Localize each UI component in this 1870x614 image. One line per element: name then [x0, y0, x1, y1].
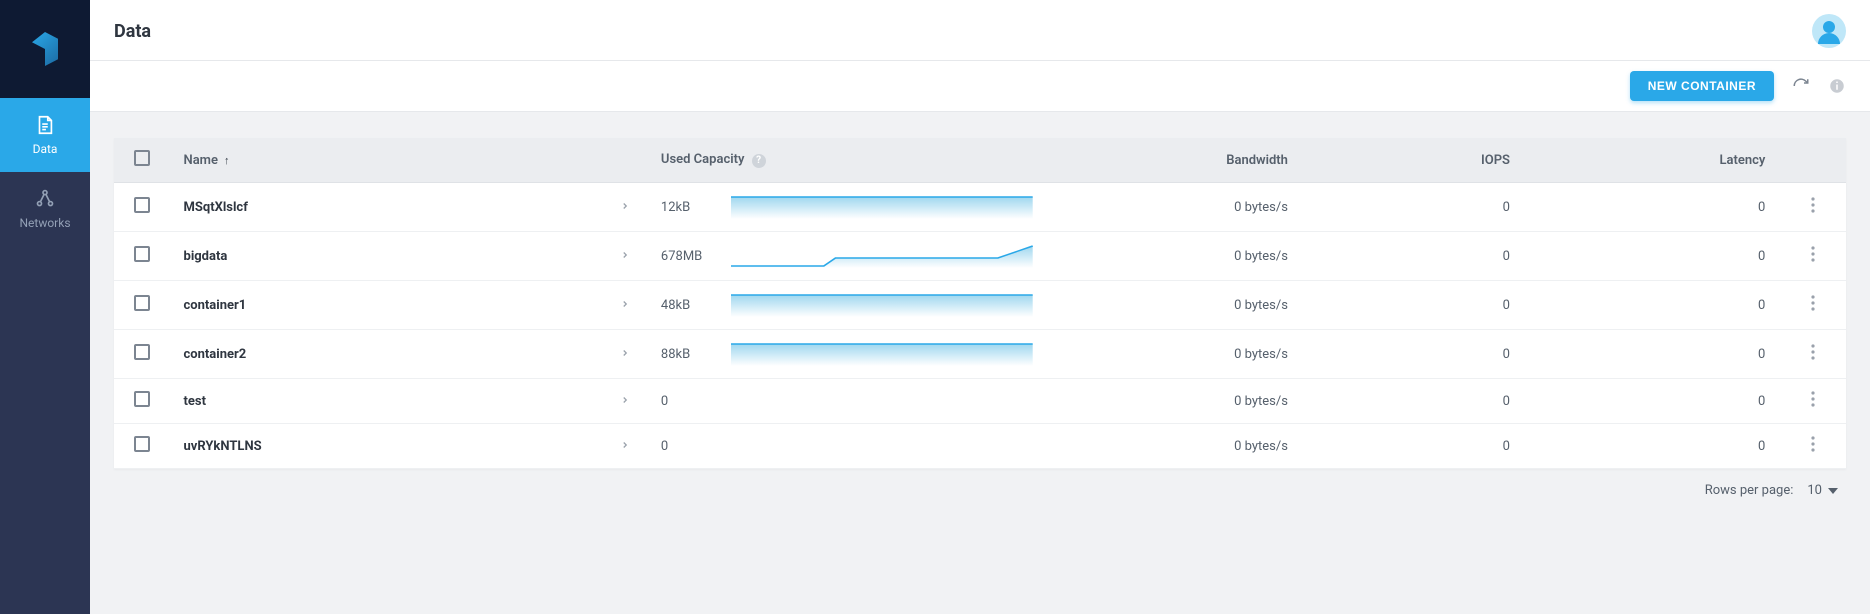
row-used-capacity: 0 [647, 424, 1047, 469]
row-latency: 0 [1524, 281, 1779, 330]
row-name[interactable]: container1 [170, 281, 603, 330]
row-name[interactable]: MSqtXlslcf [170, 183, 603, 232]
row-used-capacity: 0 [647, 379, 1047, 424]
row-bandwidth: 0 bytes/s [1047, 379, 1302, 424]
pagination: Rows per page: 10 [114, 469, 1846, 498]
row-checkbox[interactable] [134, 344, 150, 360]
user-avatar[interactable] [1812, 14, 1846, 48]
row-actions-icon[interactable] [1811, 300, 1815, 315]
chevron-right-icon[interactable] [620, 394, 630, 409]
row-actions-icon[interactable] [1811, 396, 1815, 411]
table-row: uvRYkNTLNS 0 0 bytes/s 0 0 [114, 424, 1846, 469]
row-checkbox[interactable] [134, 197, 150, 213]
row-actions-icon[interactable] [1811, 202, 1815, 217]
containers-table: Name ↑ Used Capacity ? Bandwidth IOPS La… [114, 138, 1846, 469]
col-header-name-label: Name [184, 153, 218, 168]
row-latency: 0 [1524, 232, 1779, 281]
row-name[interactable]: container2 [170, 330, 603, 379]
col-header-latency[interactable]: Latency [1524, 138, 1779, 183]
row-latency: 0 [1524, 379, 1779, 424]
rows-per-page-label: Rows per page: [1705, 483, 1794, 498]
col-header-iops[interactable]: IOPS [1302, 138, 1524, 183]
row-used-capacity: 88kB [647, 330, 1047, 379]
network-icon [34, 188, 56, 210]
row-checkbox[interactable] [134, 436, 150, 452]
row-bandwidth: 0 bytes/s [1047, 281, 1302, 330]
select-all-checkbox[interactable] [134, 150, 150, 166]
row-bandwidth: 0 bytes/s [1047, 330, 1302, 379]
row-used-capacity: 12kB [647, 183, 1047, 232]
row-iops: 0 [1302, 183, 1524, 232]
chevron-right-icon[interactable] [620, 200, 630, 215]
info-icon [1828, 77, 1846, 95]
row-used-capacity: 48kB [647, 281, 1047, 330]
new-container-button[interactable]: NEW CONTAINER [1630, 71, 1774, 101]
data-file-icon [34, 114, 56, 136]
col-header-name[interactable]: Name ↑ [170, 138, 603, 183]
help-icon[interactable]: ? [752, 154, 766, 168]
sidebar-item-data[interactable]: Data [0, 98, 90, 172]
sidebar: Data Networks [0, 0, 90, 614]
row-actions-icon[interactable] [1811, 349, 1815, 364]
chevron-right-icon[interactable] [620, 439, 630, 454]
row-latency: 0 [1524, 183, 1779, 232]
sidebar-item-label: Data [33, 142, 58, 156]
row-name[interactable]: bigdata [170, 232, 603, 281]
col-header-bandwidth[interactable]: Bandwidth [1047, 138, 1302, 183]
page-header: Data [90, 0, 1870, 61]
content-area: Name ↑ Used Capacity ? Bandwidth IOPS La… [90, 112, 1870, 614]
refresh-icon[interactable] [1792, 77, 1810, 95]
row-latency: 0 [1524, 330, 1779, 379]
table-row: container1 48kB 0 bytes/s 0 0 [114, 281, 1846, 330]
row-iops: 0 [1302, 330, 1524, 379]
row-bandwidth: 0 bytes/s [1047, 424, 1302, 469]
row-bandwidth: 0 bytes/s [1047, 183, 1302, 232]
col-header-used-capacity[interactable]: Used Capacity ? [647, 138, 1047, 183]
rows-per-page-value: 10 [1807, 483, 1822, 498]
rows-per-page-select[interactable]: 10 [1807, 483, 1838, 498]
row-bandwidth: 0 bytes/s [1047, 232, 1302, 281]
chevron-right-icon[interactable] [620, 298, 630, 313]
row-iops: 0 [1302, 281, 1524, 330]
row-iops: 0 [1302, 232, 1524, 281]
table-row: MSqtXlslcf 12kB 0 bytes/s 0 0 [114, 183, 1846, 232]
table-row: test 0 0 bytes/s 0 0 [114, 379, 1846, 424]
col-header-used-capacity-label: Used Capacity [661, 152, 745, 167]
row-used-capacity: 678MB [647, 232, 1047, 281]
app-logo-icon [32, 32, 58, 66]
sidebar-item-networks[interactable]: Networks [0, 172, 90, 246]
page-title: Data [114, 21, 151, 42]
toolbar: NEW CONTAINER [90, 61, 1870, 112]
row-actions-icon[interactable] [1811, 251, 1815, 266]
row-name[interactable]: test [170, 379, 603, 424]
logo-area [0, 0, 90, 98]
sort-asc-icon: ↑ [224, 154, 230, 167]
row-iops: 0 [1302, 424, 1524, 469]
chevron-right-icon[interactable] [620, 347, 630, 362]
table-row: container2 88kB 0 bytes/s 0 0 [114, 330, 1846, 379]
row-checkbox[interactable] [134, 295, 150, 311]
row-name[interactable]: uvRYkNTLNS [170, 424, 603, 469]
row-checkbox[interactable] [134, 391, 150, 407]
chevron-right-icon[interactable] [620, 249, 630, 264]
row-actions-icon[interactable] [1811, 441, 1815, 456]
row-latency: 0 [1524, 424, 1779, 469]
sidebar-item-label: Networks [19, 216, 70, 230]
row-checkbox[interactable] [134, 246, 150, 262]
caret-down-icon [1828, 488, 1838, 494]
row-iops: 0 [1302, 379, 1524, 424]
table-row: bigdata 678MB 0 bytes/s 0 0 [114, 232, 1846, 281]
